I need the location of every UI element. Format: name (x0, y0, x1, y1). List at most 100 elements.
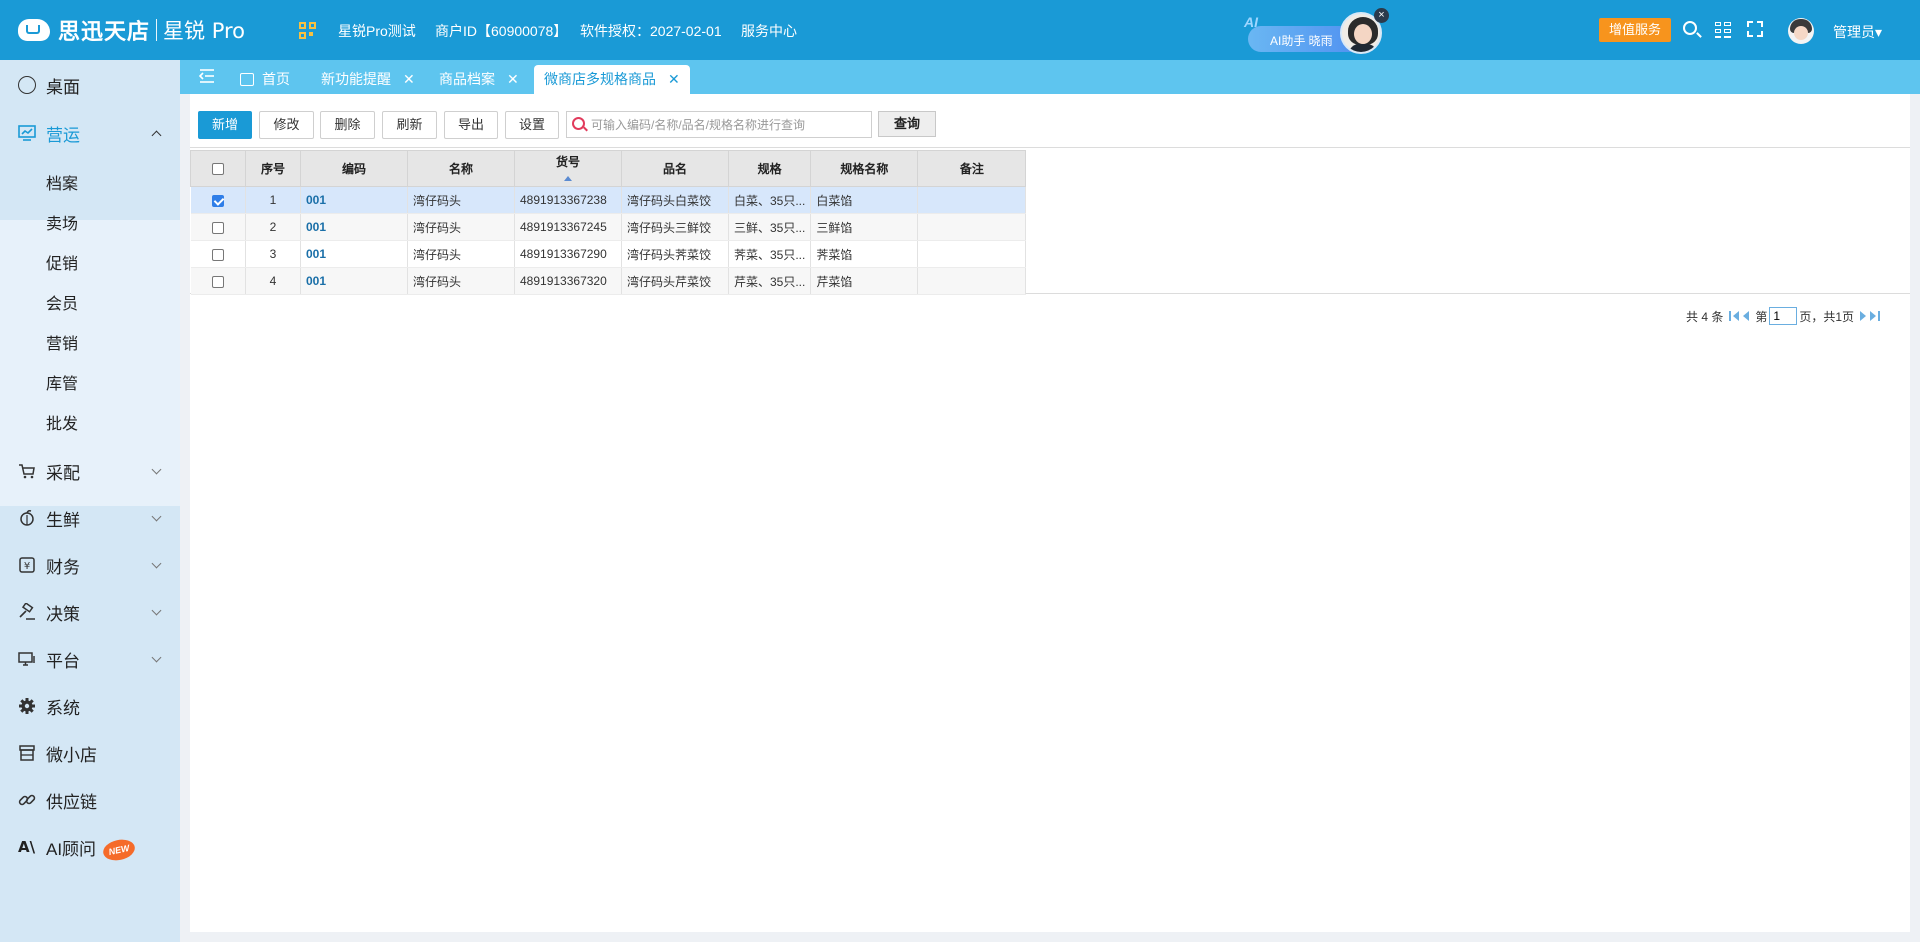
sidebar-item-desktop[interactable]: 桌面 (0, 62, 180, 108)
user-circle-icon (18, 76, 36, 94)
service-center-link[interactable]: 服务中心 (741, 21, 797, 41)
row-checkbox[interactable] (211, 194, 224, 207)
shop-icon (18, 744, 36, 762)
close-icon[interactable]: × (1374, 8, 1389, 23)
cell-code[interactable]: 001 (300, 213, 408, 241)
tab-home[interactable]: 首页 (240, 65, 290, 94)
last-page-icon[interactable] (1868, 311, 1881, 321)
tab-product-archive[interactable]: 商品档案 ✕ (439, 65, 519, 94)
settings-button[interactable]: 设置 (505, 111, 559, 139)
column-header-index[interactable]: 序号 (245, 150, 301, 187)
sidebar-subitem-store[interactable]: 卖场 (46, 210, 78, 234)
row-checkbox-cell[interactable] (190, 240, 246, 268)
store-name[interactable]: 星锐Pro测试 (338, 21, 416, 41)
user-menu[interactable]: 管理员▾ (1833, 22, 1882, 42)
table-row[interactable]: 1 001 湾仔码头 4891913367238 湾仔码头白菜饺 白菜、35只.… (190, 186, 1027, 214)
column-header-spec-name[interactable]: 规格名称 (810, 150, 919, 187)
close-icon[interactable]: ✕ (668, 71, 680, 87)
column-header-item-no[interactable]: 货号 (514, 150, 622, 187)
row-checkbox-cell[interactable] (190, 267, 246, 295)
cell-index: 1 (245, 186, 301, 214)
sidebar-item-ai-advisor[interactable]: A\ AI顾问 (0, 824, 180, 870)
toolbar: 新增 修改 删除 刷新 导出 设置 查询 (190, 94, 1910, 148)
add-button[interactable]: 新增 (198, 111, 252, 139)
ai-assistant-badge[interactable]: AI助手 晓雨 AI × (1244, 8, 1389, 56)
column-header-product-name[interactable]: 品名 (621, 150, 729, 187)
sidebar-item-system[interactable]: 系统 (0, 683, 180, 729)
sidebar-subitem-member[interactable]: 会员 (46, 290, 78, 314)
next-page-icon[interactable] (1860, 311, 1867, 321)
search-input[interactable] (591, 115, 867, 134)
row-checkbox-cell[interactable] (190, 213, 246, 241)
cart-icon (18, 462, 36, 480)
cell-spec-name: 芹菜馅 (810, 267, 919, 295)
user-avatar[interactable] (1788, 18, 1814, 44)
sidebar-item-supply-chain[interactable]: 供应链 (0, 777, 180, 823)
sidebar-item-fresh[interactable]: 生鲜 (0, 495, 180, 541)
close-icon[interactable]: ✕ (403, 71, 415, 87)
cell-code[interactable]: 001 (300, 267, 408, 295)
column-header-spec[interactable]: 规格 (727, 150, 812, 187)
row-checkbox[interactable] (211, 275, 224, 288)
export-button[interactable]: 导出 (444, 111, 498, 139)
row-checkbox[interactable] (211, 248, 224, 261)
pagination: 共 4 条 第 页，共1页 (1686, 306, 1881, 326)
sidebar-item-finance[interactable]: ¥ 财务 (0, 542, 180, 588)
column-header-label: 货号 (555, 155, 580, 169)
top-header: 思迅天店 星锐 Pro 星锐Pro测试 商户ID【60900078】 软件授权：… (0, 0, 1920, 60)
sidebar-subitem-archive[interactable]: 档案 (46, 170, 78, 194)
column-header-name[interactable]: 名称 (407, 150, 515, 187)
cell-code[interactable]: 001 (300, 186, 408, 214)
desktop-icon (18, 650, 36, 668)
sidebar-item-decision[interactable]: 决策 (0, 589, 180, 635)
cell-product-name: 湾仔码头三鲜饺 (621, 213, 729, 241)
tab-label: 商品档案 (439, 71, 495, 87)
edit-button[interactable]: 修改 (259, 111, 314, 139)
link-icon (18, 791, 36, 809)
collapse-sidebar-icon[interactable] (198, 66, 218, 95)
sidebar-subitem-marketing[interactable]: 营销 (46, 330, 78, 354)
chevron-up-icon (151, 130, 162, 141)
select-all-checkbox[interactable] (212, 163, 224, 176)
sidebar-subitem-wholesale[interactable]: 批发 (46, 410, 78, 434)
tab-new-features[interactable]: 新功能提醒 ✕ (321, 65, 415, 94)
qrcode-icon[interactable] (299, 22, 317, 40)
value-added-service-button[interactable]: 增值服务 (1599, 18, 1671, 42)
refresh-button[interactable]: 刷新 (382, 111, 437, 139)
search-box[interactable] (566, 111, 872, 138)
close-icon[interactable]: ✕ (507, 71, 519, 87)
sidebar-subitem-promotion[interactable]: 促销 (46, 250, 78, 274)
sidebar-item-micro-store[interactable]: 微小店 (0, 730, 180, 776)
row-checkbox-cell[interactable] (190, 186, 246, 214)
sidebar-item-operations[interactable]: 营运 (0, 110, 180, 156)
table-row[interactable]: 3 001 湾仔码头 4891913367290 湾仔码头荠菜饺 荠菜、35只.… (190, 240, 1027, 268)
cell-code[interactable]: 001 (300, 240, 408, 268)
select-all-header[interactable] (190, 150, 246, 187)
svg-text:¥: ¥ (24, 561, 30, 572)
sidebar-item-platform[interactable]: 平台 (0, 636, 180, 682)
chevron-down-icon (151, 511, 162, 522)
delete-button[interactable]: 删除 (320, 111, 375, 139)
cell-spec-name: 白菜馅 (810, 186, 919, 214)
prev-page-icon[interactable] (1743, 311, 1750, 321)
row-checkbox[interactable] (211, 221, 224, 234)
app-logo[interactable]: 思迅天店 星锐 Pro (18, 12, 245, 48)
table-row[interactable]: 2 001 湾仔码头 4891913367245 湾仔码头三鲜饺 三鲜、35只.… (190, 213, 1027, 241)
first-page-icon[interactable] (1729, 311, 1741, 321)
search-icon[interactable] (1682, 20, 1702, 40)
sidebar-item-label: 采配 (46, 463, 80, 483)
sidebar-subitem-inventory[interactable]: 库管 (46, 370, 78, 394)
page-number-input[interactable] (1769, 307, 1798, 325)
layout-grid-icon[interactable] (1714, 20, 1734, 40)
ai-logo-icon: AI (1244, 14, 1258, 30)
sidebar-item-purchasing[interactable]: 采配 (0, 448, 180, 494)
table-row[interactable]: 4 001 湾仔码头 4891913367320 湾仔码头芹菜饺 芹菜、35只.… (190, 267, 1027, 295)
query-button[interactable]: 查询 (878, 111, 936, 137)
tab-bar: 首页 新功能提醒 ✕ 商品档案 ✕ 微商店多规格商品 ✕ (180, 60, 1920, 94)
tab-micro-store-multi-spec[interactable]: 微商店多规格商品 ✕ (534, 65, 690, 94)
column-header-code[interactable]: 编码 (300, 150, 408, 187)
fullscreen-icon[interactable] (1746, 20, 1766, 40)
chevron-down-icon (151, 558, 162, 569)
column-header-remark[interactable]: 备注 (917, 150, 1027, 187)
chevron-down-icon (151, 652, 162, 663)
